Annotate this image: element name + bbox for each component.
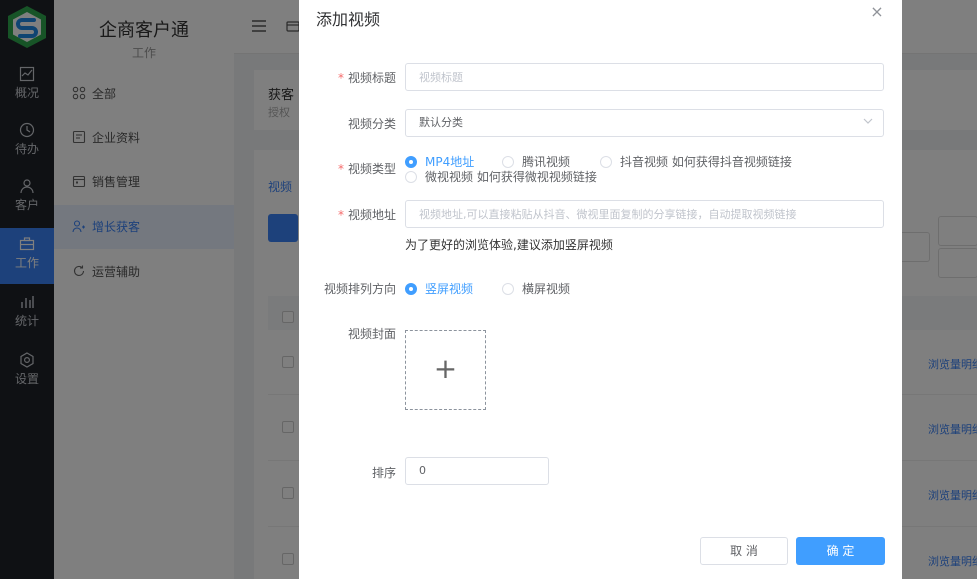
title-input[interactable] xyxy=(405,63,884,91)
radio-icon xyxy=(405,171,417,183)
required-mark: * xyxy=(337,71,344,85)
title-field-label: * 视频标题 xyxy=(337,71,396,85)
type-radio-douyin[interactable]: 抖音视频 如何获得抖音视频链接 xyxy=(600,153,792,170)
address-field-label: * 视频地址 xyxy=(337,208,396,222)
douyin-help-link[interactable]: 如何获得抖音视频链接 xyxy=(672,155,792,169)
close-icon[interactable]: × xyxy=(869,4,885,20)
cancel-button[interactable]: 取 消 xyxy=(700,537,788,565)
plus-icon: + xyxy=(433,352,458,385)
address-input[interactable] xyxy=(405,200,884,228)
chevron-down-icon xyxy=(863,118,873,124)
radio-icon xyxy=(600,156,612,168)
address-hint: 为了更好的浏览体验,建议添加竖屏视频 xyxy=(405,238,613,252)
weishi-help-link[interactable]: 如何获得微视视频链接 xyxy=(477,170,597,184)
required-mark: * xyxy=(337,162,344,176)
confirm-button[interactable]: 确 定 xyxy=(796,537,885,565)
sort-field-label: 排序 xyxy=(371,466,396,480)
category-select[interactable]: 默认分类 xyxy=(405,109,884,137)
radio-checked-icon xyxy=(405,283,417,295)
orientation-field-label: 视频排列方向 xyxy=(323,282,396,296)
orientation-radio-portrait[interactable]: 竖屏视频 xyxy=(405,280,473,297)
category-selected-value: 默认分类 xyxy=(419,116,463,129)
required-mark: * xyxy=(337,208,344,222)
sort-input[interactable]: 0 xyxy=(405,457,549,485)
radio-checked-icon xyxy=(405,156,417,168)
orientation-radio-landscape[interactable]: 横屏视频 xyxy=(502,280,570,297)
cover-field-label: 视频封面 xyxy=(347,327,396,341)
type-field-label: * 视频类型 xyxy=(337,162,396,176)
type-radio-weishi[interactable]: 微视视频 如何获得微视视频链接 xyxy=(405,168,597,185)
add-video-dialog: 添加视频 × *视频标题 视频分类 默认分类 *视频类型 MP4地址 腾讯视频 … xyxy=(299,0,902,579)
category-field-label: 视频分类 xyxy=(347,117,396,131)
dialog-title: 添加视频 xyxy=(316,10,381,29)
radio-icon xyxy=(502,283,514,295)
cover-upload[interactable]: + xyxy=(405,330,486,410)
radio-icon xyxy=(502,156,514,168)
